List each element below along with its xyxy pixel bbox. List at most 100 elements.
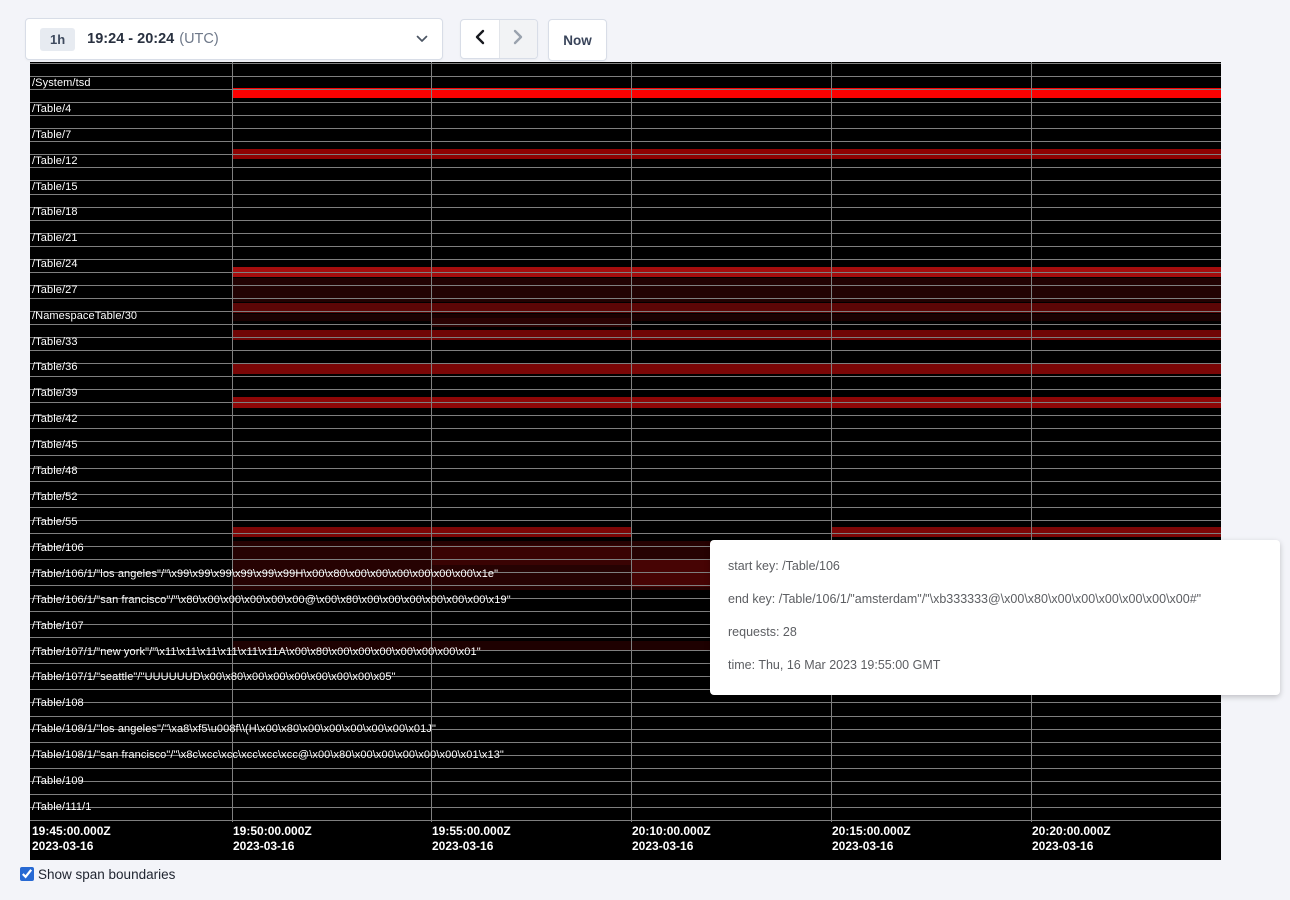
row-key-label: /Table/15 xyxy=(32,181,78,193)
show-span-boundaries-label: Show span boundaries xyxy=(38,866,175,883)
row-key-label: /Table/52 xyxy=(32,491,78,503)
row-key-label: /Table/55 xyxy=(32,516,78,528)
range-duration-badge: 1h xyxy=(40,28,75,51)
span-boundary-line xyxy=(30,494,1221,495)
key-visualizer-page: 1h 19:24 - 20:24(UTC) Now /System/tsd/Ta… xyxy=(0,0,1290,900)
span-boundary-line xyxy=(30,520,1221,521)
span-boundary-line xyxy=(30,376,1221,377)
tooltip-start-key: start key: /Table/106 xyxy=(728,556,1262,576)
row-key-label: /Table/12 xyxy=(32,155,78,167)
span-boundary-line xyxy=(30,768,1221,769)
time-grid-line xyxy=(1031,62,1032,822)
now-button[interactable]: Now xyxy=(548,19,607,61)
row-key-label: /Table/48 xyxy=(32,465,78,477)
span-boundary-line xyxy=(30,311,1221,312)
row-key-label: /Table/108 xyxy=(32,697,84,709)
row-key-label: /Table/45 xyxy=(32,439,78,451)
heat-band[interactable] xyxy=(232,330,1221,340)
chevron-right-icon xyxy=(513,29,524,50)
heat-band[interactable] xyxy=(232,314,1221,321)
row-key-label: /Table/106/1/"los angeles"/"\x99\x99\x99… xyxy=(32,568,498,580)
row-key-label: /System/tsd xyxy=(32,77,91,89)
heat-band[interactable] xyxy=(631,560,710,587)
span-boundary-line xyxy=(30,389,1221,390)
heat-band[interactable] xyxy=(431,545,631,565)
span-boundary-line xyxy=(30,285,1221,286)
span-tooltip: start key: /Table/106 end key: /Table/10… xyxy=(710,540,1280,695)
span-boundary-line xyxy=(30,102,1221,103)
time-axis-label: 20:10:00.000Z2023-03-16 xyxy=(632,824,711,854)
span-boundary-line xyxy=(30,363,1221,364)
next-interval-button[interactable] xyxy=(499,20,538,58)
span-boundary-line xyxy=(30,468,1221,469)
time-grid-line xyxy=(831,62,832,822)
time-range-selector[interactable]: 1h 19:24 - 20:24(UTC) xyxy=(25,18,443,60)
span-boundary-line xyxy=(30,180,1221,181)
span-boundary-line xyxy=(30,428,1221,429)
span-boundary-line xyxy=(30,533,1221,534)
row-key-label: /Table/107/1/"seattle"/"UUUUUUD\x00\x80\… xyxy=(32,671,396,683)
span-boundary-line xyxy=(30,246,1221,247)
span-boundary-line xyxy=(30,415,1221,416)
prev-interval-button[interactable] xyxy=(461,20,499,58)
row-key-label: /Table/33 xyxy=(32,336,78,348)
span-boundary-line xyxy=(30,402,1221,403)
footer-controls: Show span boundaries xyxy=(20,866,175,883)
span-boundary-line xyxy=(30,76,1221,77)
span-boundary-line xyxy=(30,89,1221,90)
time-grid-line xyxy=(631,62,632,822)
time-axis-label: 19:55:00.000Z2023-03-16 xyxy=(432,824,511,854)
span-boundary-line xyxy=(30,272,1221,273)
row-key-label: /Table/42 xyxy=(32,413,78,425)
heat-band[interactable] xyxy=(431,318,631,327)
span-boundary-line xyxy=(30,298,1221,299)
span-boundary-line xyxy=(30,233,1221,234)
show-span-boundaries-checkbox[interactable] xyxy=(20,867,34,881)
time-axis-label: 20:20:00.000Z2023-03-16 xyxy=(1032,824,1111,854)
row-key-label: /Table/27 xyxy=(32,284,78,296)
span-boundary-line xyxy=(30,716,1221,717)
row-key-label: /Table/39 xyxy=(32,387,78,399)
span-boundary-line xyxy=(30,194,1221,195)
range-text: 19:24 - 20:24(UTC) xyxy=(87,31,219,47)
span-boundary-line xyxy=(30,220,1221,221)
span-boundary-line xyxy=(30,481,1221,482)
span-boundary-line xyxy=(30,337,1221,338)
time-grid-line xyxy=(232,62,233,822)
span-boundary-line xyxy=(30,154,1221,155)
span-boundary-line xyxy=(30,207,1221,208)
span-boundary-line xyxy=(30,794,1221,795)
span-boundary-line xyxy=(30,259,1221,260)
span-boundary-line xyxy=(30,455,1221,456)
row-key-label: /Table/108/1/"san francisco"/"\x8c\xcc\x… xyxy=(32,749,504,761)
row-key-label: /Table/107 xyxy=(32,620,84,632)
span-boundary-line xyxy=(30,820,1221,821)
row-key-label: /Table/36 xyxy=(32,361,78,373)
row-key-label: /Table/7 xyxy=(32,129,71,141)
time-axis-label: 19:45:00.000Z2023-03-16 xyxy=(32,824,111,854)
span-boundary-line xyxy=(30,115,1221,116)
span-boundary-line xyxy=(30,781,1221,782)
span-boundary-line xyxy=(30,128,1221,129)
chevron-left-icon xyxy=(474,29,485,50)
time-axis-label: 20:15:00.000Z2023-03-16 xyxy=(832,824,911,854)
tooltip-end-key: end key: /Table/106/1/"amsterdam"/"\xb33… xyxy=(728,589,1262,609)
row-key-label: /Table/106/1/"san francisco"/"\x80\x00\x… xyxy=(32,594,511,606)
span-boundary-line xyxy=(30,742,1221,743)
span-boundary-line xyxy=(30,441,1221,442)
time-axis-label: 19:50:00.000Z2023-03-16 xyxy=(233,824,312,854)
chevron-down-icon xyxy=(416,35,428,43)
heat-band[interactable] xyxy=(232,363,1221,374)
time-grid-line xyxy=(431,62,432,822)
row-key-label: /Table/106 xyxy=(32,542,84,554)
tooltip-time: time: Thu, 16 Mar 2023 19:55:00 GMT xyxy=(728,655,1262,675)
row-key-label: /Table/24 xyxy=(32,258,78,270)
keyvis-canvas[interactable]: /System/tsd/Table/4/Table/7/Table/12/Tab… xyxy=(30,62,1221,860)
range-timezone: (UTC) xyxy=(179,31,218,47)
row-key-label: /Table/107/1/"new york"/"\x11\x11\x11\x1… xyxy=(32,646,481,658)
span-boundary-line xyxy=(30,507,1221,508)
span-boundary-line xyxy=(30,702,1221,703)
span-boundary-line xyxy=(30,324,1221,325)
span-boundary-line xyxy=(30,167,1221,168)
row-key-label: /Table/21 xyxy=(32,232,78,244)
